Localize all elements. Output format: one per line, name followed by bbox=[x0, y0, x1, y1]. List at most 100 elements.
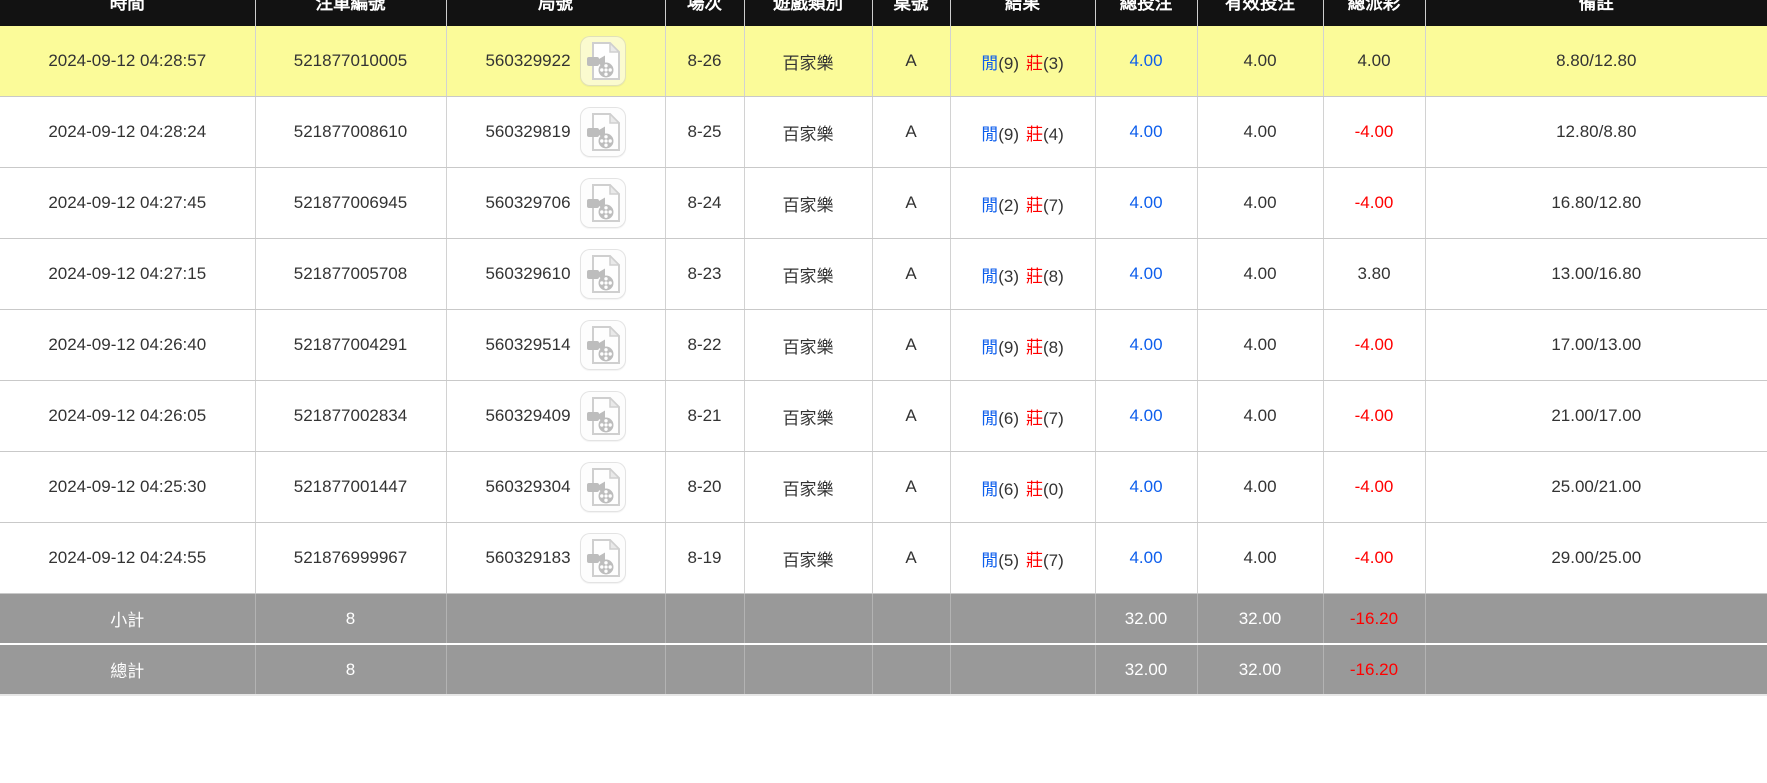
result-player-score: (9) bbox=[998, 338, 1019, 357]
table-row: 2024-09-12 04:28:24 521877008610 5603298… bbox=[0, 97, 1767, 168]
cell-total-bet[interactable]: 4.00 bbox=[1095, 26, 1197, 97]
cell-result: 閒(9)莊(8) bbox=[950, 310, 1095, 381]
cell-table-code: A bbox=[872, 310, 950, 381]
column-header: 局號 bbox=[446, 0, 665, 26]
empty-cell bbox=[665, 644, 744, 695]
cell-remark: 17.00/13.00 bbox=[1425, 310, 1767, 381]
cell-bet-id: 521877010005 bbox=[255, 26, 446, 97]
cell-total-bet[interactable]: 4.00 bbox=[1095, 168, 1197, 239]
empty-cell bbox=[744, 644, 872, 695]
cell-time: 2024-09-12 04:25:30 bbox=[0, 452, 255, 523]
video-replay-button[interactable] bbox=[580, 107, 626, 157]
cell-table-code: A bbox=[872, 97, 950, 168]
subtotal-row: 小計 8 32.00 32.00 -16.20 bbox=[0, 594, 1767, 645]
cell-round: 560329610 bbox=[446, 239, 665, 310]
result-player-score: (6) bbox=[998, 409, 1019, 428]
cell-round: 560329819 bbox=[446, 97, 665, 168]
column-header: 總派彩 bbox=[1323, 0, 1425, 26]
cell-round: 560329409 bbox=[446, 381, 665, 452]
cell-table-code: A bbox=[872, 26, 950, 97]
empty-cell bbox=[446, 644, 665, 695]
cell-game-type: 百家樂 bbox=[744, 26, 872, 97]
column-header: 時間 bbox=[0, 0, 255, 26]
video-file-icon bbox=[586, 468, 620, 506]
table-row: 2024-09-12 04:26:40 521877004291 5603295… bbox=[0, 310, 1767, 381]
result-banker-score: (8) bbox=[1043, 338, 1064, 357]
video-replay-button[interactable] bbox=[580, 462, 626, 512]
cell-payout: 3.80 bbox=[1323, 239, 1425, 310]
cell-round: 560329922 bbox=[446, 26, 665, 97]
video-file-icon bbox=[586, 42, 620, 80]
video-replay-button[interactable] bbox=[580, 178, 626, 228]
video-replay-button[interactable] bbox=[580, 533, 626, 583]
cell-total-bet[interactable]: 4.00 bbox=[1095, 97, 1197, 168]
cell-time: 2024-09-12 04:27:15 bbox=[0, 239, 255, 310]
video-replay-button[interactable] bbox=[580, 391, 626, 441]
round-number: 560329514 bbox=[485, 335, 570, 355]
table-row: 2024-09-12 04:26:05 521877002834 5603294… bbox=[0, 381, 1767, 452]
total-total-bet: 32.00 bbox=[1095, 644, 1197, 695]
cell-remark: 12.80/8.80 bbox=[1425, 97, 1767, 168]
cell-total-bet[interactable]: 4.00 bbox=[1095, 239, 1197, 310]
subtotal-payout: -16.20 bbox=[1323, 594, 1425, 645]
cell-result: 閒(6)莊(7) bbox=[950, 381, 1095, 452]
cell-total-bet[interactable]: 4.00 bbox=[1095, 452, 1197, 523]
column-header: 場次 bbox=[665, 0, 744, 26]
column-header: 遊戲類別 bbox=[744, 0, 872, 26]
cell-time: 2024-09-12 04:28:24 bbox=[0, 97, 255, 168]
cell-time: 2024-09-12 04:26:40 bbox=[0, 310, 255, 381]
result-player-label: 閒 bbox=[981, 338, 998, 357]
video-file-icon bbox=[586, 113, 620, 151]
cell-payout: -4.00 bbox=[1323, 452, 1425, 523]
cell-game-type: 百家樂 bbox=[744, 310, 872, 381]
result-player-label: 閒 bbox=[981, 551, 998, 570]
round-number: 560329922 bbox=[485, 51, 570, 71]
video-replay-button[interactable] bbox=[580, 249, 626, 299]
empty-cell bbox=[446, 594, 665, 645]
cell-payout: -4.00 bbox=[1323, 97, 1425, 168]
empty-cell bbox=[1425, 594, 1767, 645]
cell-game-type: 百家樂 bbox=[744, 97, 872, 168]
cell-session: 8-25 bbox=[665, 97, 744, 168]
cell-valid-bet: 4.00 bbox=[1197, 97, 1323, 168]
column-header: 桌號 bbox=[872, 0, 950, 26]
result-banker-score: (3) bbox=[1043, 54, 1064, 73]
column-header: 總投注 bbox=[1095, 0, 1197, 26]
subtotal-total-bet: 32.00 bbox=[1095, 594, 1197, 645]
video-replay-button[interactable] bbox=[580, 36, 626, 86]
cell-total-bet[interactable]: 4.00 bbox=[1095, 381, 1197, 452]
total-valid-bet: 32.00 bbox=[1197, 644, 1323, 695]
cell-payout: -4.00 bbox=[1323, 168, 1425, 239]
cell-table-code: A bbox=[872, 239, 950, 310]
result-player-score: (3) bbox=[998, 267, 1019, 286]
cell-bet-id: 521877005708 bbox=[255, 239, 446, 310]
result-banker-score: (7) bbox=[1043, 196, 1064, 215]
video-replay-button[interactable] bbox=[580, 320, 626, 370]
cell-payout: 4.00 bbox=[1323, 26, 1425, 97]
result-banker-label: 莊 bbox=[1026, 551, 1043, 570]
cell-bet-id: 521877004291 bbox=[255, 310, 446, 381]
cell-remark: 8.80/12.80 bbox=[1425, 26, 1767, 97]
cell-round: 560329183 bbox=[446, 523, 665, 594]
cell-total-bet[interactable]: 4.00 bbox=[1095, 523, 1197, 594]
total-row: 總計 8 32.00 32.00 -16.20 bbox=[0, 644, 1767, 695]
cell-total-bet[interactable]: 4.00 bbox=[1095, 310, 1197, 381]
result-player-label: 閒 bbox=[981, 267, 998, 286]
cell-valid-bet: 4.00 bbox=[1197, 523, 1323, 594]
cell-session: 8-22 bbox=[665, 310, 744, 381]
cell-result: 閒(3)莊(8) bbox=[950, 239, 1095, 310]
cell-table-code: A bbox=[872, 168, 950, 239]
empty-cell bbox=[872, 594, 950, 645]
cell-valid-bet: 4.00 bbox=[1197, 452, 1323, 523]
table-row: 2024-09-12 04:27:15 521877005708 5603296… bbox=[0, 239, 1767, 310]
cell-remark: 21.00/17.00 bbox=[1425, 381, 1767, 452]
result-player-score: (2) bbox=[998, 196, 1019, 215]
result-player-label: 閒 bbox=[981, 409, 998, 428]
cell-table-code: A bbox=[872, 452, 950, 523]
cell-payout: -4.00 bbox=[1323, 381, 1425, 452]
cell-valid-bet: 4.00 bbox=[1197, 310, 1323, 381]
video-file-icon bbox=[586, 539, 620, 577]
column-header: 備註 bbox=[1425, 0, 1767, 26]
cell-remark: 16.80/12.80 bbox=[1425, 168, 1767, 239]
result-player-label: 閒 bbox=[981, 480, 998, 499]
